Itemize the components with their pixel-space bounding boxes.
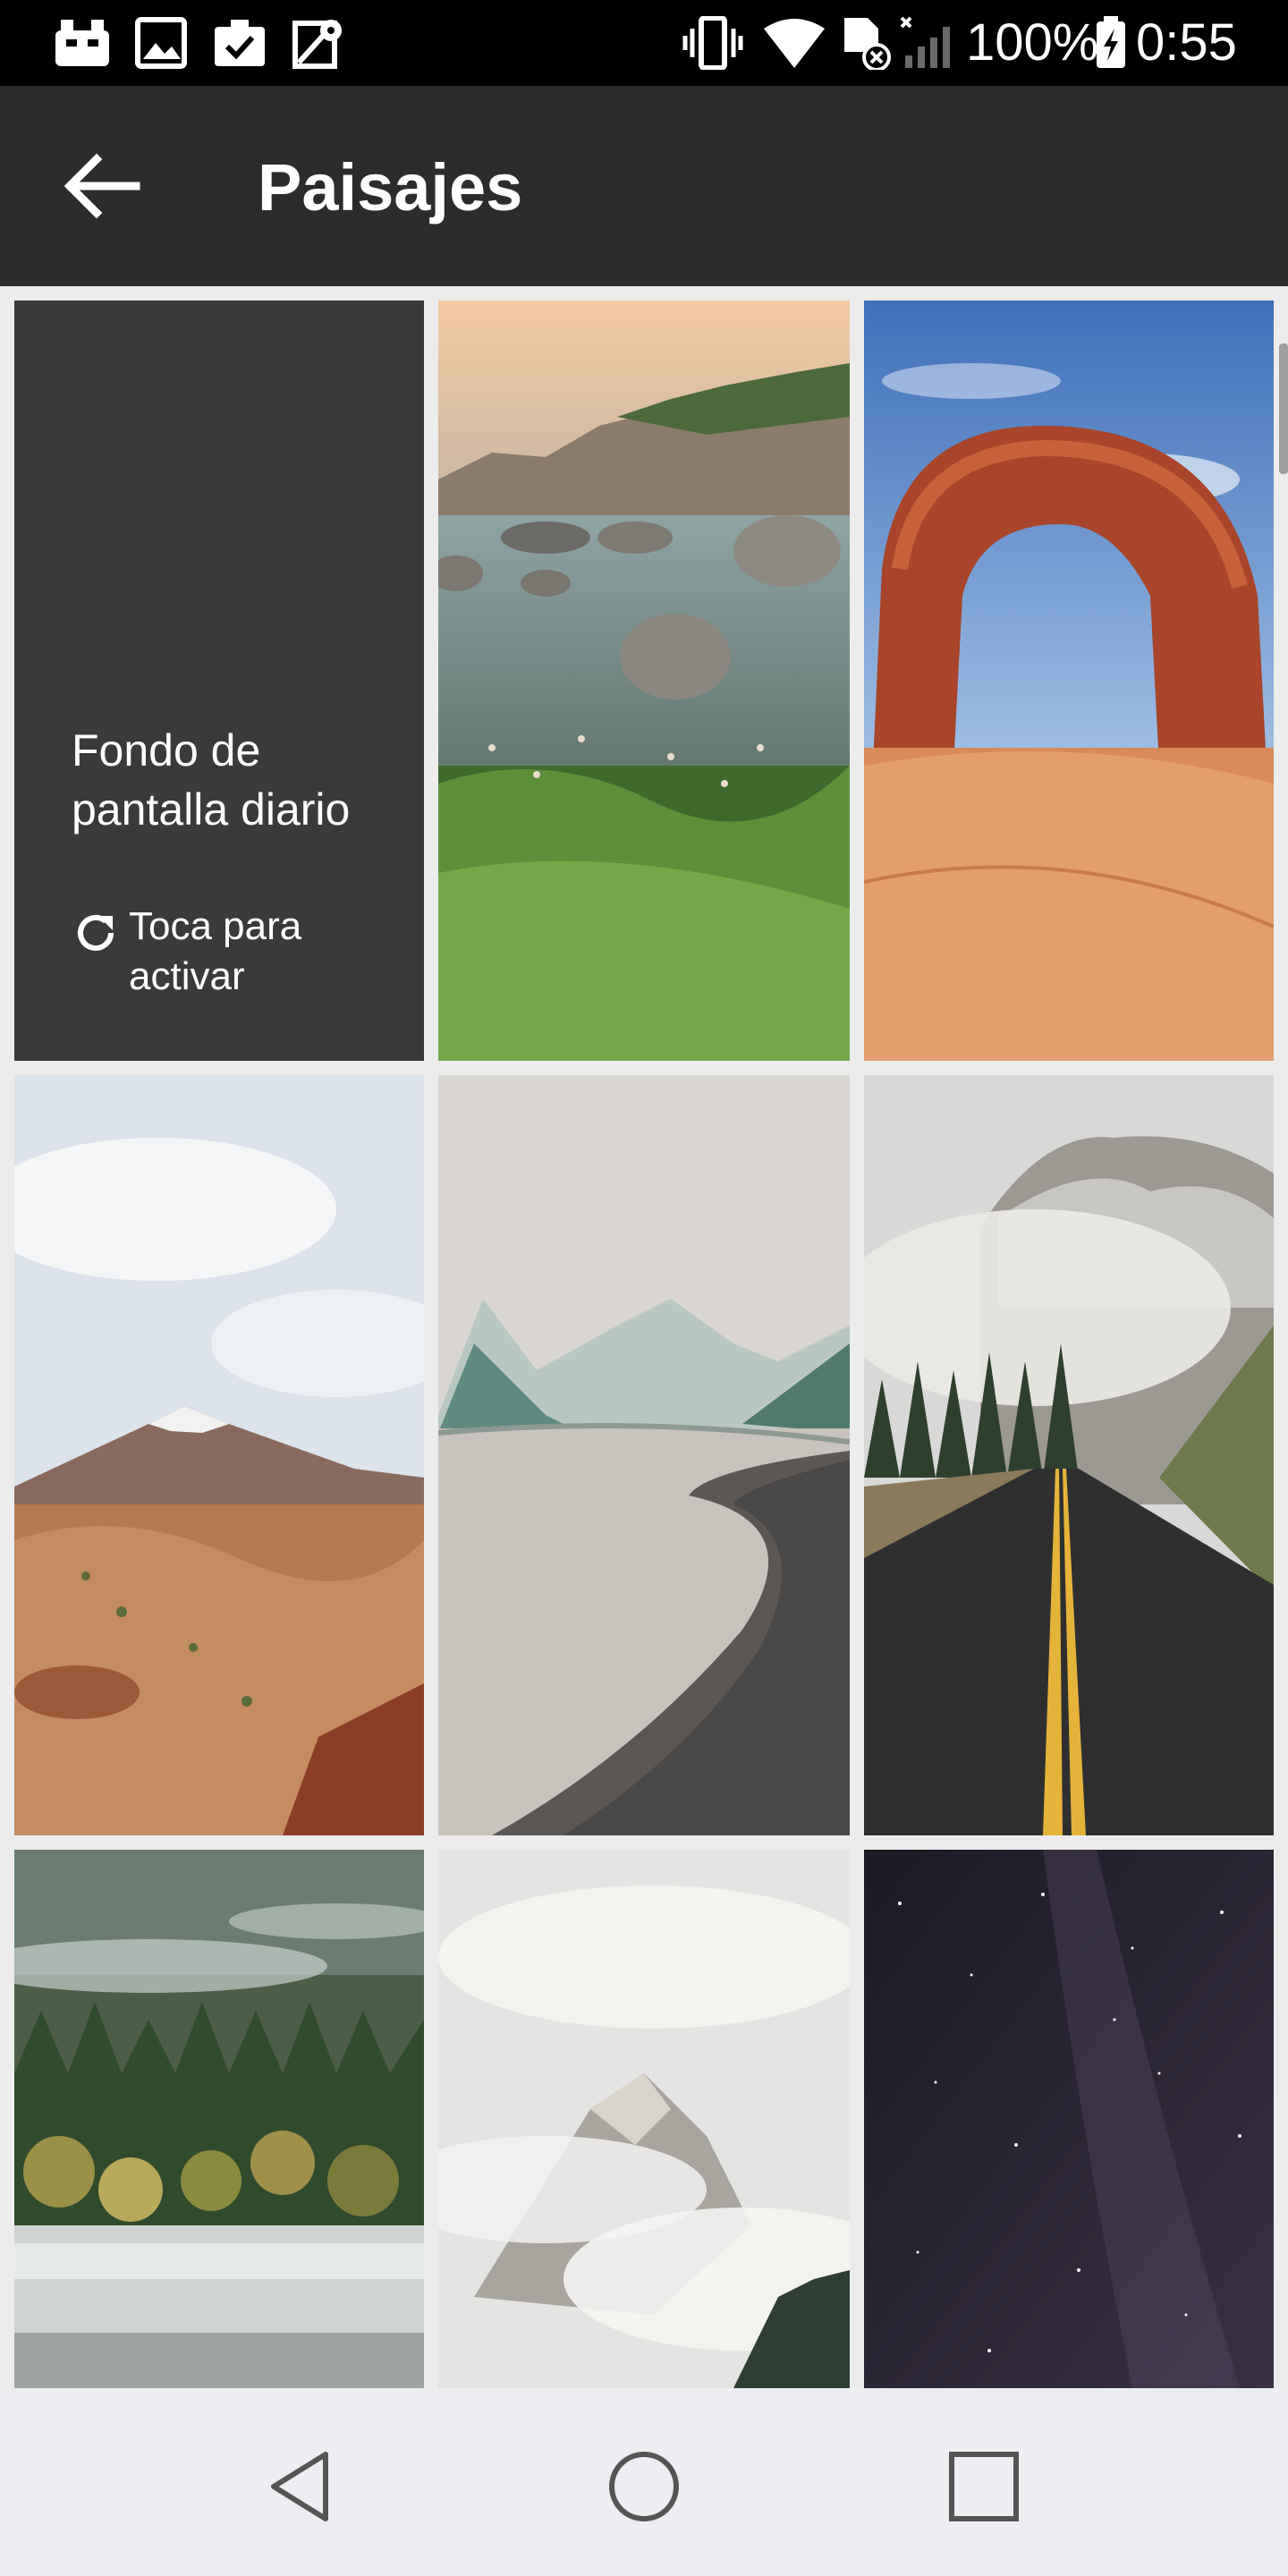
wallpaper-thumbnail[interactable] (438, 1850, 850, 2388)
scrollbar-thumb[interactable] (1279, 343, 1288, 474)
recents-square-icon[interactable] (930, 2433, 1038, 2540)
rocky-lake-image (438, 301, 850, 1061)
red-arch-image (864, 301, 1274, 1061)
clock: 0:55 (1136, 13, 1237, 72)
vibrate-icon (682, 16, 743, 70)
wallpaper-thumbnail[interactable] (864, 1850, 1274, 2388)
starry-sky-image (864, 1850, 1274, 2388)
daily-wallpaper-title: Fondo de pantalla diario (72, 725, 351, 835)
wallpaper-thumbnail[interactable] (14, 1075, 424, 1835)
signal-icon (900, 16, 950, 68)
page-title: Paisajes (258, 150, 523, 225)
home-circle-icon[interactable] (590, 2433, 698, 2540)
back-triangle-icon[interactable] (250, 2433, 358, 2540)
arrow-back-icon[interactable] (47, 132, 154, 240)
wallpaper-thumbnail[interactable] (14, 1850, 424, 2388)
app-notification-icon (55, 20, 109, 66)
wifi-icon (764, 19, 825, 68)
clipboard-check-icon (215, 20, 265, 66)
mountain-road-image (864, 1075, 1274, 1835)
system-nav-bar (0, 2388, 1288, 2576)
wallpaper-thumbnail[interactable] (438, 301, 850, 1061)
wallpaper-thumbnail[interactable] (864, 1075, 1274, 1835)
wallpaper-grid: Fondo de pantalla diario Toca para activ… (0, 286, 1288, 2388)
wallpaper-thumbnail[interactable] (864, 301, 1274, 1061)
desert-volcano-image (14, 1075, 424, 1835)
daily-wallpaper-action-label: Toca para activar (129, 904, 302, 998)
wallpaper-thumbnail[interactable] (438, 1075, 850, 1835)
gallery-icon (135, 17, 187, 69)
status-bar: 100% 0:55 (0, 0, 1288, 86)
battery-percent: 100% (966, 13, 1099, 72)
no-sim-icon (844, 18, 891, 70)
misty-forest-image (14, 1850, 424, 2388)
battery-charging-icon (1097, 16, 1125, 68)
refresh-icon (78, 915, 114, 951)
app-bar: Paisajes (0, 86, 1288, 286)
cloudy-peak-image (438, 1850, 850, 2388)
misty-lake-image (438, 1075, 850, 1835)
map-icon (292, 20, 342, 69)
daily-wallpaper-tile[interactable]: Fondo de pantalla diario Toca para activ… (14, 301, 424, 1061)
